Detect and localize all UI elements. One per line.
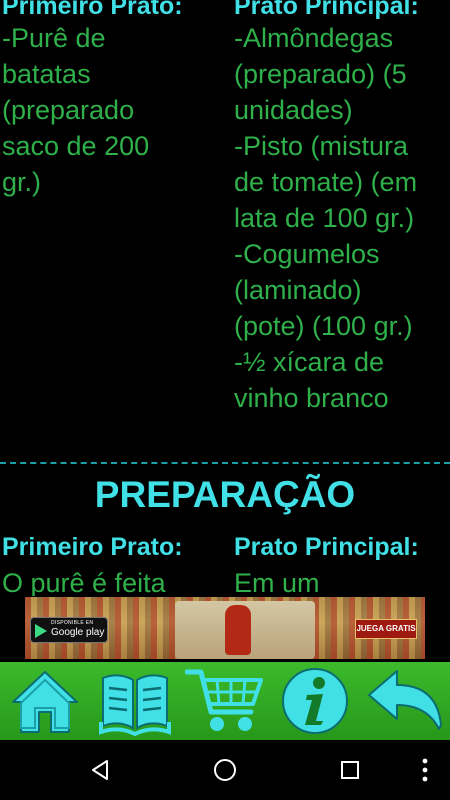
nav-home-icon bbox=[214, 759, 236, 781]
back-arrow-icon bbox=[368, 670, 442, 730]
store-badge-small-text: DISPONIBLE EN bbox=[51, 620, 94, 626]
info-button[interactable] bbox=[270, 662, 360, 740]
preparation-first-course: Primeiro Prato: O purê é feita bbox=[2, 533, 227, 596]
back-button[interactable] bbox=[360, 662, 450, 740]
ingredient-line: (laminado) bbox=[234, 275, 362, 305]
ingredient-line: (pote) (100 gr.) bbox=[234, 311, 413, 341]
ad-warrior-graphic bbox=[225, 605, 251, 655]
android-nav-bar bbox=[0, 740, 450, 800]
home-button[interactable] bbox=[0, 662, 90, 740]
prep-main-course-text: Em um bbox=[234, 568, 320, 596]
prep-first-course-text: O purê é feita bbox=[2, 568, 166, 596]
nav-menu-button[interactable] bbox=[395, 740, 450, 800]
ingredient-line: lata de 100 gr.) bbox=[234, 203, 415, 233]
ad-banner[interactable]: DISPONIBLE EN Google play JUEGA GRATIS bbox=[25, 597, 425, 659]
preparation-title: PREPARAÇÃO bbox=[94, 474, 356, 515]
nav-back-icon bbox=[92, 760, 108, 780]
first-course-ingredients: -Purê de batatas (preparado saco de 200 … bbox=[2, 20, 227, 200]
cart-icon bbox=[185, 669, 263, 731]
ingredient-line: -Almôndegas bbox=[234, 23, 394, 53]
preparation-main-course: Prato Principal: Em um bbox=[234, 533, 450, 596]
play-store-icon bbox=[35, 624, 47, 638]
info-icon bbox=[282, 668, 348, 734]
main-course-heading: Prato Principal: bbox=[234, 0, 419, 20]
ingredient-line: (preparado) (5 bbox=[234, 59, 407, 89]
ingredients-first-course: Primeiro Prato: -Purê de batatas (prepar… bbox=[2, 0, 227, 200]
recipe-content[interactable]: Primeiro Prato: -Purê de batatas (prepar… bbox=[0, 0, 450, 596]
ingredient-line: (preparado bbox=[2, 95, 135, 125]
google-play-badge[interactable]: DISPONIBLE EN Google play bbox=[30, 617, 108, 643]
ingredient-line: batatas bbox=[2, 59, 91, 89]
nav-recents-icon bbox=[341, 761, 359, 779]
nav-back-button[interactable] bbox=[70, 740, 130, 800]
ingredient-line: -Cogumelos bbox=[234, 239, 380, 269]
shopping-cart-button[interactable] bbox=[180, 662, 270, 740]
prep-first-course-heading: Primeiro Prato: bbox=[2, 533, 183, 561]
home-icon bbox=[12, 671, 78, 733]
nav-home-button[interactable] bbox=[195, 740, 255, 800]
overflow-menu-icon bbox=[422, 758, 428, 782]
store-badge-text: Google play bbox=[51, 627, 105, 638]
book-icon bbox=[99, 674, 171, 736]
prep-main-course-heading: Prato Principal: bbox=[234, 533, 419, 561]
ingredient-line: vinho branco bbox=[234, 383, 389, 413]
bottom-toolbar bbox=[0, 662, 450, 740]
nav-recents-button[interactable] bbox=[320, 740, 380, 800]
first-course-heading: Primeiro Prato: bbox=[2, 0, 183, 20]
section-divider bbox=[0, 462, 450, 464]
ingredient-line: saco de 200 bbox=[2, 131, 150, 161]
main-course-ingredients: -Almôndegas (preparado) (5 unidades) -Pi… bbox=[234, 20, 450, 416]
ingredient-line: -Purê de bbox=[2, 23, 106, 53]
ingredient-line: gr.) bbox=[2, 167, 42, 197]
ingredient-line: -Pisto (mistura bbox=[234, 131, 409, 161]
ingredient-line: -½ xícara de bbox=[234, 347, 385, 377]
recipes-book-button[interactable] bbox=[90, 662, 180, 740]
ingredients-main-course: Prato Principal: -Almôndegas (preparado)… bbox=[234, 0, 450, 416]
ingredient-line: unidades) bbox=[234, 95, 353, 125]
ingredient-line: de tomate) (em bbox=[234, 167, 418, 197]
ad-play-free-button[interactable]: JUEGA GRATIS bbox=[355, 619, 417, 639]
